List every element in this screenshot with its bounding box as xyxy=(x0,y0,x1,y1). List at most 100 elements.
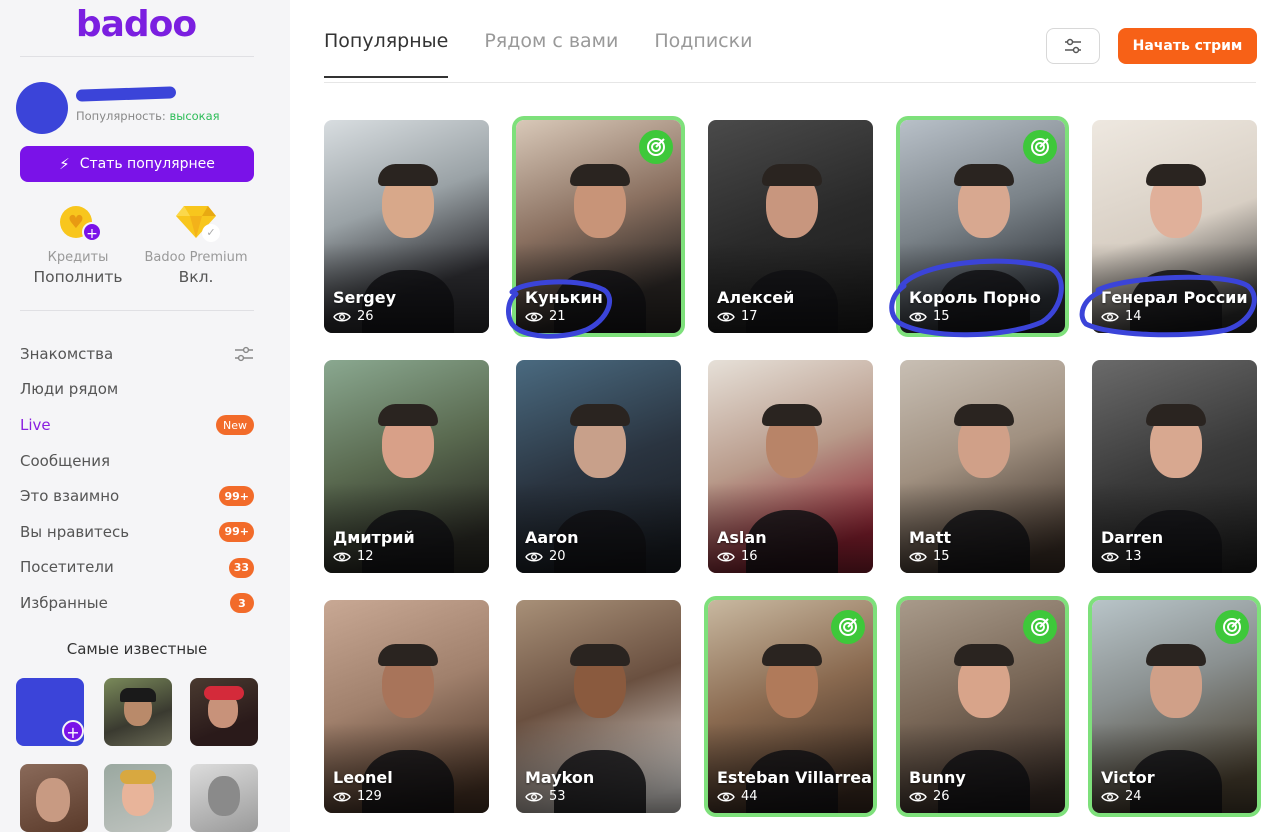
view-count-value: 12 xyxy=(357,549,374,564)
nav-item-label: Live xyxy=(20,415,51,434)
view-count: 44 xyxy=(717,789,758,804)
profile-card[interactable]: Aaron 20 xyxy=(516,360,681,573)
sidebar: badoo Популярность: высокая ⚡ Стать попу… xyxy=(0,0,290,832)
nav-item[interactable]: Люди рядом xyxy=(20,372,254,408)
credits-widget[interactable]: ♥ + Кредиты Пополнить xyxy=(18,202,138,286)
eye-icon xyxy=(333,792,351,801)
add-icon[interactable]: + xyxy=(62,720,84,742)
premium-status: Вкл. xyxy=(178,268,214,286)
view-count-value: 16 xyxy=(741,549,758,564)
profile-card[interactable]: Bunny 26 xyxy=(900,600,1065,813)
profile-name: Король Порно xyxy=(909,288,1041,307)
view-count-value: 15 xyxy=(933,309,950,324)
filter-button[interactable] xyxy=(1046,28,1100,64)
feed-tab[interactable]: Рядом с вами xyxy=(484,30,618,68)
nav-item-label: Вы нравитесь xyxy=(20,522,130,541)
redacted-profile-name xyxy=(75,86,177,102)
boost-label: Стать популярнее xyxy=(79,156,215,172)
profile-card[interactable]: Darren 13 xyxy=(1092,360,1257,573)
profile-card[interactable]: Aslan 16 xyxy=(708,360,873,573)
nav-badge: 3 xyxy=(230,593,254,614)
profile-card[interactable]: Алексей 17 xyxy=(708,120,873,333)
profile-card[interactable]: Victor 24 xyxy=(1092,600,1257,813)
profile-name: Leonel xyxy=(333,768,393,787)
premium-icon: ✓ xyxy=(176,202,220,242)
profile-avatar[interactable] xyxy=(16,82,68,134)
divider xyxy=(20,310,254,311)
profile-card[interactable]: Кунькин 21 xyxy=(516,120,681,333)
nav-item[interactable]: Избранные 3 xyxy=(20,585,254,621)
famous-thumb-6[interactable] xyxy=(190,764,258,832)
famous-thumb-5[interactable] xyxy=(104,764,172,832)
view-count: 16 xyxy=(717,549,758,564)
view-count: 12 xyxy=(333,549,374,564)
nav-item[interactable]: Вы нравитесь 99+ xyxy=(20,514,254,550)
profile-card[interactable]: Король Порно 15 xyxy=(900,120,1065,333)
famous-thumb-2[interactable] xyxy=(104,678,172,746)
profile-card[interactable]: Matt 15 xyxy=(900,360,1065,573)
nav-item-label: Сообщения xyxy=(20,451,111,470)
target-icon xyxy=(639,130,673,164)
profile-name: Дмитрий xyxy=(333,528,415,547)
nav-item-label: Посетители xyxy=(20,558,114,577)
boost-popularity-button[interactable]: ⚡ Стать популярнее xyxy=(20,146,254,182)
view-count-value: 24 xyxy=(1125,789,1142,804)
famous-thumb-4[interactable] xyxy=(20,764,88,832)
view-count-value: 26 xyxy=(357,309,374,324)
eye-icon xyxy=(717,792,735,801)
view-count: 24 xyxy=(1101,789,1142,804)
nav-item[interactable]: Сообщения xyxy=(20,443,254,479)
view-count: 15 xyxy=(909,549,950,564)
eye-icon xyxy=(909,312,927,321)
eye-icon xyxy=(525,792,543,801)
target-icon xyxy=(1023,610,1057,644)
famous-thumb-3[interactable] xyxy=(190,678,258,746)
eye-icon xyxy=(1101,792,1119,801)
nav-item-label: Это взаимно xyxy=(20,487,120,506)
famous-section-title: Самые известные xyxy=(66,640,208,658)
profile-card[interactable]: Esteban Villarreal 44 xyxy=(708,600,873,813)
filter-icon[interactable] xyxy=(234,344,254,364)
profile-name: Sergey xyxy=(333,288,396,307)
nav-badge: 99+ xyxy=(219,486,254,507)
eye-icon xyxy=(909,792,927,801)
view-count: 26 xyxy=(909,789,950,804)
view-count: 26 xyxy=(333,309,374,324)
profile-card[interactable]: Дмитрий 12 xyxy=(324,360,489,573)
profile-name: Алексей xyxy=(717,288,795,307)
nav-badge: New xyxy=(216,415,254,436)
profile-card[interactable]: Генерал России 14 xyxy=(1092,120,1257,333)
profile-card[interactable]: Maykon 53 xyxy=(516,600,681,813)
badoo-logo[interactable]: badoo xyxy=(0,4,272,45)
view-count: 20 xyxy=(525,549,566,564)
profile-name: Victor xyxy=(1101,768,1155,787)
eye-icon xyxy=(525,312,543,321)
target-icon xyxy=(1215,610,1249,644)
premium-widget[interactable]: ✓ Badoo Premium Вкл. xyxy=(136,202,256,286)
nav-item[interactable]: Live New xyxy=(20,407,254,443)
profile-name: Esteban Villarreal xyxy=(717,768,873,787)
nav-badge: 99+ xyxy=(219,521,254,542)
view-count: 15 xyxy=(909,309,950,324)
nav-item[interactable]: Это взаимно 99+ xyxy=(20,478,254,514)
premium-label: Badoo Premium xyxy=(144,250,248,265)
feed-tab[interactable]: Подписки xyxy=(654,30,752,68)
view-count-value: 13 xyxy=(1125,549,1142,564)
eye-icon xyxy=(333,312,351,321)
feed-tab[interactable]: Популярные xyxy=(324,30,449,78)
sliders-icon xyxy=(1065,38,1081,54)
view-count: 53 xyxy=(525,789,566,804)
profile-name: Генерал России xyxy=(1101,288,1248,307)
nav-item-label: Люди рядом xyxy=(20,380,119,399)
credits-topup-link[interactable]: Пополнить xyxy=(18,268,138,286)
profile-card[interactable]: Sergey 26 xyxy=(324,120,489,333)
eye-icon xyxy=(1101,312,1119,321)
profile-name: Matt xyxy=(909,528,952,547)
nav-item-label: Знакомства xyxy=(20,344,114,363)
view-count-value: 26 xyxy=(933,789,950,804)
nav-item[interactable]: Посетители 33 xyxy=(20,550,254,586)
nav-item[interactable]: Знакомства xyxy=(20,336,254,372)
profile-card[interactable]: Leonel 129 xyxy=(324,600,489,813)
sidebar-nav: Знакомства Люди рядом Live New Сообщения Это … xyxy=(20,336,254,621)
start-stream-button[interactable]: Начать стрим xyxy=(1118,28,1257,64)
